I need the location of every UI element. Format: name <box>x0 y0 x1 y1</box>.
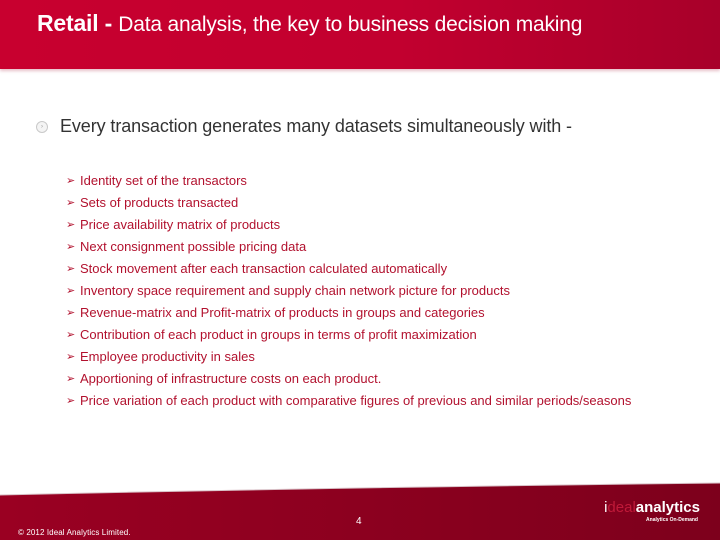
main-bullet-text: Every transaction generates many dataset… <box>60 116 572 136</box>
list-item: ➢ Revenue-matrix and Profit-matrix of pro… <box>66 305 485 320</box>
arrowhead-icon: ➢ <box>66 175 76 187</box>
arrowhead-icon: ➢ <box>66 263 76 275</box>
arrowhead-icon: ➢ <box>66 373 76 385</box>
arrowhead-icon: ➢ <box>66 219 76 231</box>
slide-title: Retail - Data analysis, the key to busin… <box>37 11 677 37</box>
arrowhead-icon: ➢ <box>66 329 76 341</box>
arrowhead-icon: ➢ <box>66 285 76 297</box>
list-item: ➢ Identity set of the transactors <box>66 173 247 188</box>
logo-tagline: Analytics On-Demand <box>646 517 698 523</box>
circle-chevron-icon: › <box>36 120 48 133</box>
list-item: ➢ Stock movement after each transaction c… <box>66 261 448 276</box>
list-item: ➢ Price variation of each product with co… <box>66 393 632 408</box>
arrowhead-icon: ➢ <box>66 351 76 363</box>
title-banner: Retail - Data analysis, the key to busin… <box>0 0 720 69</box>
list-item: ➢ Apportioning of infrastructure costs on… <box>66 371 382 386</box>
list-item: ➢ Price availability matrix of products <box>66 217 281 232</box>
list-item: ➢ Contribution of each product in groups … <box>66 327 477 342</box>
list-item: ➢ Next consignment possible pricing data <box>66 239 307 254</box>
arrowhead-icon: ➢ <box>66 197 76 209</box>
arrowhead-icon: ➢ <box>66 307 76 319</box>
arrowhead-icon: ➢ <box>66 241 76 253</box>
list-item: ➢ Sets of products transacted <box>66 195 239 210</box>
copyright-text: © 2012 Ideal Analytics Limited. <box>18 528 131 537</box>
list-item: ➢ Employee productivity in sales <box>66 349 255 364</box>
company-logo: idealanalytics Analytics On-Demand <box>590 499 700 524</box>
list-item: ➢ Inventory space requirement and supply … <box>66 283 510 298</box>
logo-wordmark: idealanalytics <box>604 499 700 516</box>
title-rest: Data analysis, the key to business decis… <box>118 13 583 36</box>
main-bullet-point: › Every transaction generates many datas… <box>36 116 572 137</box>
sub-bullet-list: ➢ Identity set of the transactors ➢ Sets o… <box>66 173 668 415</box>
page-number: 4 <box>356 516 362 527</box>
arrowhead-icon: ➢ <box>66 395 76 407</box>
title-strong: Retail - <box>37 10 119 36</box>
